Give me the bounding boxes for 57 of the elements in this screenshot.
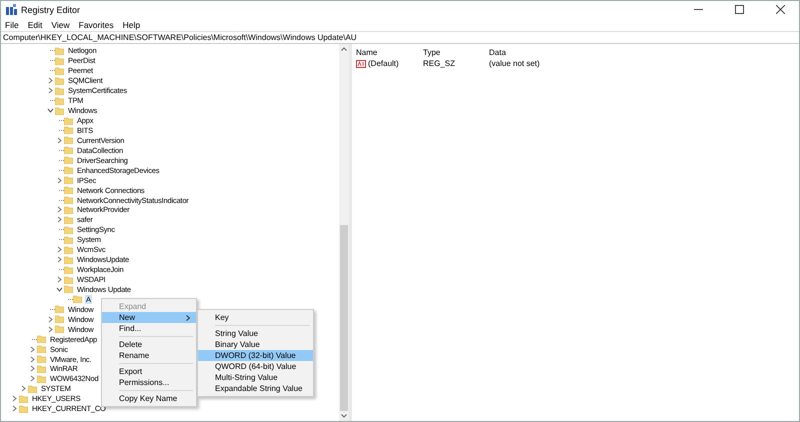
expand-chevron-icon[interactable] bbox=[56, 136, 62, 144]
menu-entry[interactable]: DWORD (32-bit) Value bbox=[198, 350, 313, 361]
vertical-scrollbar[interactable] bbox=[339, 44, 349, 421]
window-title: Registry Editor bbox=[21, 4, 80, 14]
close-icon[interactable] bbox=[776, 5, 785, 14]
menu-entry[interactable]: Binary Value bbox=[198, 339, 313, 350]
tree-connector bbox=[59, 239, 64, 240]
menu-entry[interactable]: String Value bbox=[198, 328, 313, 339]
tree-connector bbox=[59, 190, 64, 191]
column-header[interactable]: Type bbox=[423, 48, 489, 57]
column-header[interactable]: Data bbox=[489, 48, 506, 57]
tree-connector bbox=[32, 338, 37, 340]
menu-entry[interactable]: Expandable String Value bbox=[198, 383, 313, 394]
tree-connector bbox=[68, 298, 73, 300]
menu-entry[interactable]: Copy Key Name bbox=[102, 393, 196, 404]
menu-item[interactable]: View bbox=[51, 20, 70, 30]
menu-entry[interactable]: Permissions... bbox=[102, 377, 196, 388]
tree-connector bbox=[50, 50, 55, 52]
scroll-down-icon[interactable] bbox=[341, 414, 347, 418]
menu-entry[interactable]: Key bbox=[198, 312, 313, 323]
tree-connector bbox=[50, 70, 55, 72]
tree-connector bbox=[59, 269, 64, 270]
value-data: (value not set) bbox=[489, 59, 540, 68]
menu-item[interactable]: Edit bbox=[28, 20, 42, 30]
tree-connector bbox=[59, 200, 64, 201]
value-type: REG_SZ bbox=[423, 59, 456, 68]
menu-entry[interactable]: Export bbox=[102, 366, 196, 377]
menu-entry[interactable]: Delete bbox=[102, 339, 196, 350]
maximize-icon[interactable] bbox=[735, 5, 744, 14]
scrollbar-thumb[interactable] bbox=[340, 225, 348, 411]
string-value-icon bbox=[356, 60, 366, 68]
address-bar[interactable]: Computer\HKEY_LOCAL_MACHINE\SOFTWARE\Policies\Microsoft\Windows\Windows Update\AU bbox=[1, 31, 799, 44]
menu-item[interactable]: Help bbox=[122, 20, 140, 30]
menu-entry[interactable]: New bbox=[102, 312, 196, 323]
tree-connector bbox=[59, 120, 64, 122]
value-name[interactable]: (Default) bbox=[368, 59, 399, 68]
expand-chevron-icon[interactable] bbox=[56, 276, 62, 284]
collapse-chevron-icon[interactable] bbox=[56, 286, 62, 292]
menu-entry[interactable]: QWORD (64-bit) Value bbox=[198, 361, 313, 372]
menu-entry[interactable]: Multi-String Value bbox=[198, 372, 313, 383]
tree-connector bbox=[59, 229, 64, 230]
menu-entry[interactable]: Find... bbox=[102, 323, 196, 334]
tree-connector bbox=[50, 100, 55, 102]
expand-chevron-icon[interactable] bbox=[56, 176, 62, 184]
tree-connector bbox=[59, 150, 64, 151]
tree-connector bbox=[50, 308, 55, 310]
collapse-chevron-icon[interactable] bbox=[46, 108, 54, 114]
tree-connector bbox=[59, 170, 64, 171]
tree-connector bbox=[50, 60, 55, 62]
scroll-up-icon[interactable] bbox=[341, 47, 347, 51]
menu-item[interactable]: Favorites bbox=[78, 20, 114, 30]
column-header[interactable]: Name bbox=[352, 48, 423, 57]
menu-entry[interactable]: Rename bbox=[102, 350, 196, 361]
tree-connector bbox=[59, 130, 64, 131]
registry-app-icon bbox=[6, 4, 17, 15]
tree-connector bbox=[59, 160, 64, 161]
menu-item[interactable]: File bbox=[5, 20, 19, 30]
